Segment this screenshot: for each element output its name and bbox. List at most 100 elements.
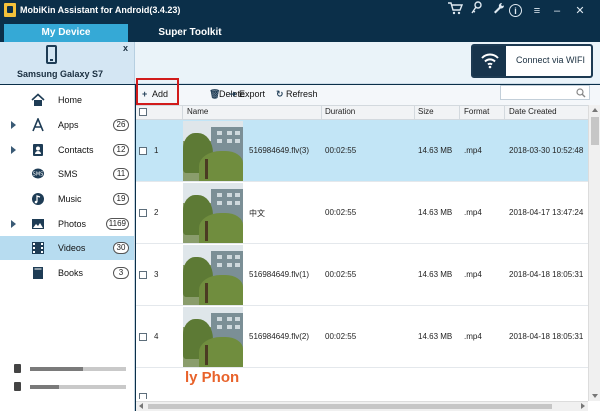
add-highlight-box <box>136 78 179 105</box>
connect-wifi-button[interactable]: Connect via WIFI <box>471 44 593 78</box>
row-checkbox[interactable] <box>139 271 147 279</box>
count-badge: 12 <box>113 144 129 156</box>
scroll-right-icon[interactable] <box>578 402 588 411</box>
search-input[interactable] <box>500 85 590 100</box>
select-all-checkbox[interactable] <box>139 108 147 116</box>
close-icon[interactable]: ✕ <box>571 1 589 21</box>
vertical-scrollbar[interactable] <box>588 105 600 401</box>
home-icon <box>31 93 45 106</box>
storage-fill <box>30 385 59 389</box>
table-row[interactable]: 3 516984649.flv(1) 00:02:55 14.63 MB .mp… <box>136 244 588 306</box>
column-divider <box>459 106 460 119</box>
video-thumbnail <box>183 245 243 305</box>
minimize-icon[interactable]: – <box>549 1 565 21</box>
column-name[interactable]: Name <box>187 107 208 116</box>
cell-duration: 00:02:55 <box>325 270 357 279</box>
cart-icon[interactable] <box>444 1 466 21</box>
sidebar-item-photos[interactable]: Photos 1169 <box>0 212 134 236</box>
sidebar-item-label: Books <box>58 268 84 278</box>
sidebar-item-sms[interactable]: SMS SMS 11 <box>0 162 134 186</box>
sidebar-item-label: Music <box>58 194 82 204</box>
wrench-icon[interactable] <box>491 1 507 21</box>
sidebar-item-videos[interactable]: Videos 30 <box>0 236 134 260</box>
row-checkbox[interactable] <box>139 333 147 341</box>
contacts-icon <box>33 144 43 156</box>
trash-icon: 🗑 <box>209 89 221 99</box>
scroll-left-icon[interactable] <box>136 402 146 411</box>
export-arrow-icon: ➜ <box>229 89 237 99</box>
video-thumbnail <box>183 307 243 367</box>
phone-icon <box>46 45 57 64</box>
video-thumbnail <box>183 121 243 181</box>
videos-icon <box>32 242 44 254</box>
device-card[interactable]: Samsung Galaxy S7 x <box>0 42 135 84</box>
column-size[interactable]: Size <box>418 107 434 116</box>
photos-icon <box>32 219 44 229</box>
count-badge: 11 <box>113 168 129 180</box>
info-icon[interactable]: i <box>509 4 522 17</box>
cell-date-created: 2018-04-18 18:05:31 <box>509 332 584 341</box>
app-logo-icon <box>4 3 16 17</box>
row-checkbox[interactable] <box>139 393 147 399</box>
sidebar-item-home[interactable]: Home <box>0 88 134 112</box>
table-row[interactable]: 4 516984649.flv(2) 00:02:55 14.63 MB .mp… <box>136 306 588 368</box>
tab-my-device[interactable]: My Device <box>4 24 128 42</box>
cell-size: 14.63 MB <box>418 332 453 341</box>
expand-arrow-icon[interactable] <box>11 146 16 154</box>
svg-text:SMS: SMS <box>33 172 44 178</box>
table-header: Name Duration Size Format Date Created <box>136 105 588 120</box>
phone-storage-icon <box>14 364 21 373</box>
refresh-icon: ↻ <box>276 89 284 99</box>
video-thumbnail <box>183 183 243 243</box>
column-divider <box>414 106 415 119</box>
column-date-created[interactable]: Date Created <box>509 107 557 116</box>
cell-format: .mp4 <box>464 146 482 155</box>
cell-size: 14.63 MB <box>418 146 453 155</box>
table-row[interactable]: ly Phon <box>136 369 588 399</box>
export-button[interactable]: ➜ Export <box>229 89 265 101</box>
sidebar-item-label: Home <box>58 95 83 105</box>
vertical-scroll-thumb[interactable] <box>591 117 599 145</box>
sms-icon: SMS <box>32 168 44 179</box>
count-badge: 26 <box>113 119 129 131</box>
key-icon[interactable] <box>469 1 485 21</box>
horizontal-scroll-thumb[interactable] <box>148 404 552 409</box>
cell-duration: 00:02:55 <box>325 208 357 217</box>
row-checkbox[interactable] <box>139 147 147 155</box>
row-number: 1 <box>154 146 159 155</box>
column-divider <box>504 106 505 119</box>
table-row[interactable]: 2 中文 00:02:55 14.63 MB .mp4 2018-04-17 1… <box>136 182 588 244</box>
cell-format: .mp4 <box>464 270 482 279</box>
column-duration[interactable]: Duration <box>325 107 355 116</box>
refresh-button[interactable]: ↻ Refresh <box>276 89 318 101</box>
expand-arrow-icon[interactable] <box>11 220 16 228</box>
refresh-label: Refresh <box>286 89 318 99</box>
cell-size: 14.63 MB <box>418 270 453 279</box>
cell-format: .mp4 <box>464 332 482 341</box>
sidebar-item-contacts[interactable]: Contacts 12 <box>0 138 134 162</box>
horizontal-scrollbar[interactable] <box>136 401 588 411</box>
device-close-icon[interactable]: x <box>123 43 128 53</box>
row-checkbox[interactable] <box>139 209 147 217</box>
apps-icon <box>32 118 44 132</box>
table-row[interactable]: 1 516984649.flv(3) 00:02:55 14.63 MB .mp… <box>136 120 588 182</box>
title-bar: MobiKin Assistant for Android(3.4.23) i … <box>0 0 600 22</box>
sidebar-item-music[interactable]: Music 19 <box>0 187 134 211</box>
expand-arrow-icon[interactable] <box>11 121 16 129</box>
cell-name: 516984649.flv(2) <box>249 332 310 341</box>
sidebar-item-apps[interactable]: Apps 26 <box>0 113 134 137</box>
row-number: 2 <box>154 208 159 217</box>
storage-bar <box>30 385 126 389</box>
sidebar-item-label: Videos <box>58 243 86 253</box>
tab-super-toolkit[interactable]: Super Toolkit <box>140 24 240 42</box>
count-badge: 30 <box>113 242 129 254</box>
row-number: 4 <box>154 332 159 341</box>
sidebar-item-books[interactable]: Books 3 <box>0 261 134 285</box>
scroll-down-icon[interactable] <box>590 391 600 401</box>
menu-icon[interactable]: ≡ <box>529 1 545 21</box>
storage-bar <box>30 367 126 371</box>
count-badge: 3 <box>113 267 129 279</box>
scroll-up-icon[interactable] <box>590 105 600 115</box>
music-icon <box>32 193 44 205</box>
column-format[interactable]: Format <box>464 107 489 116</box>
